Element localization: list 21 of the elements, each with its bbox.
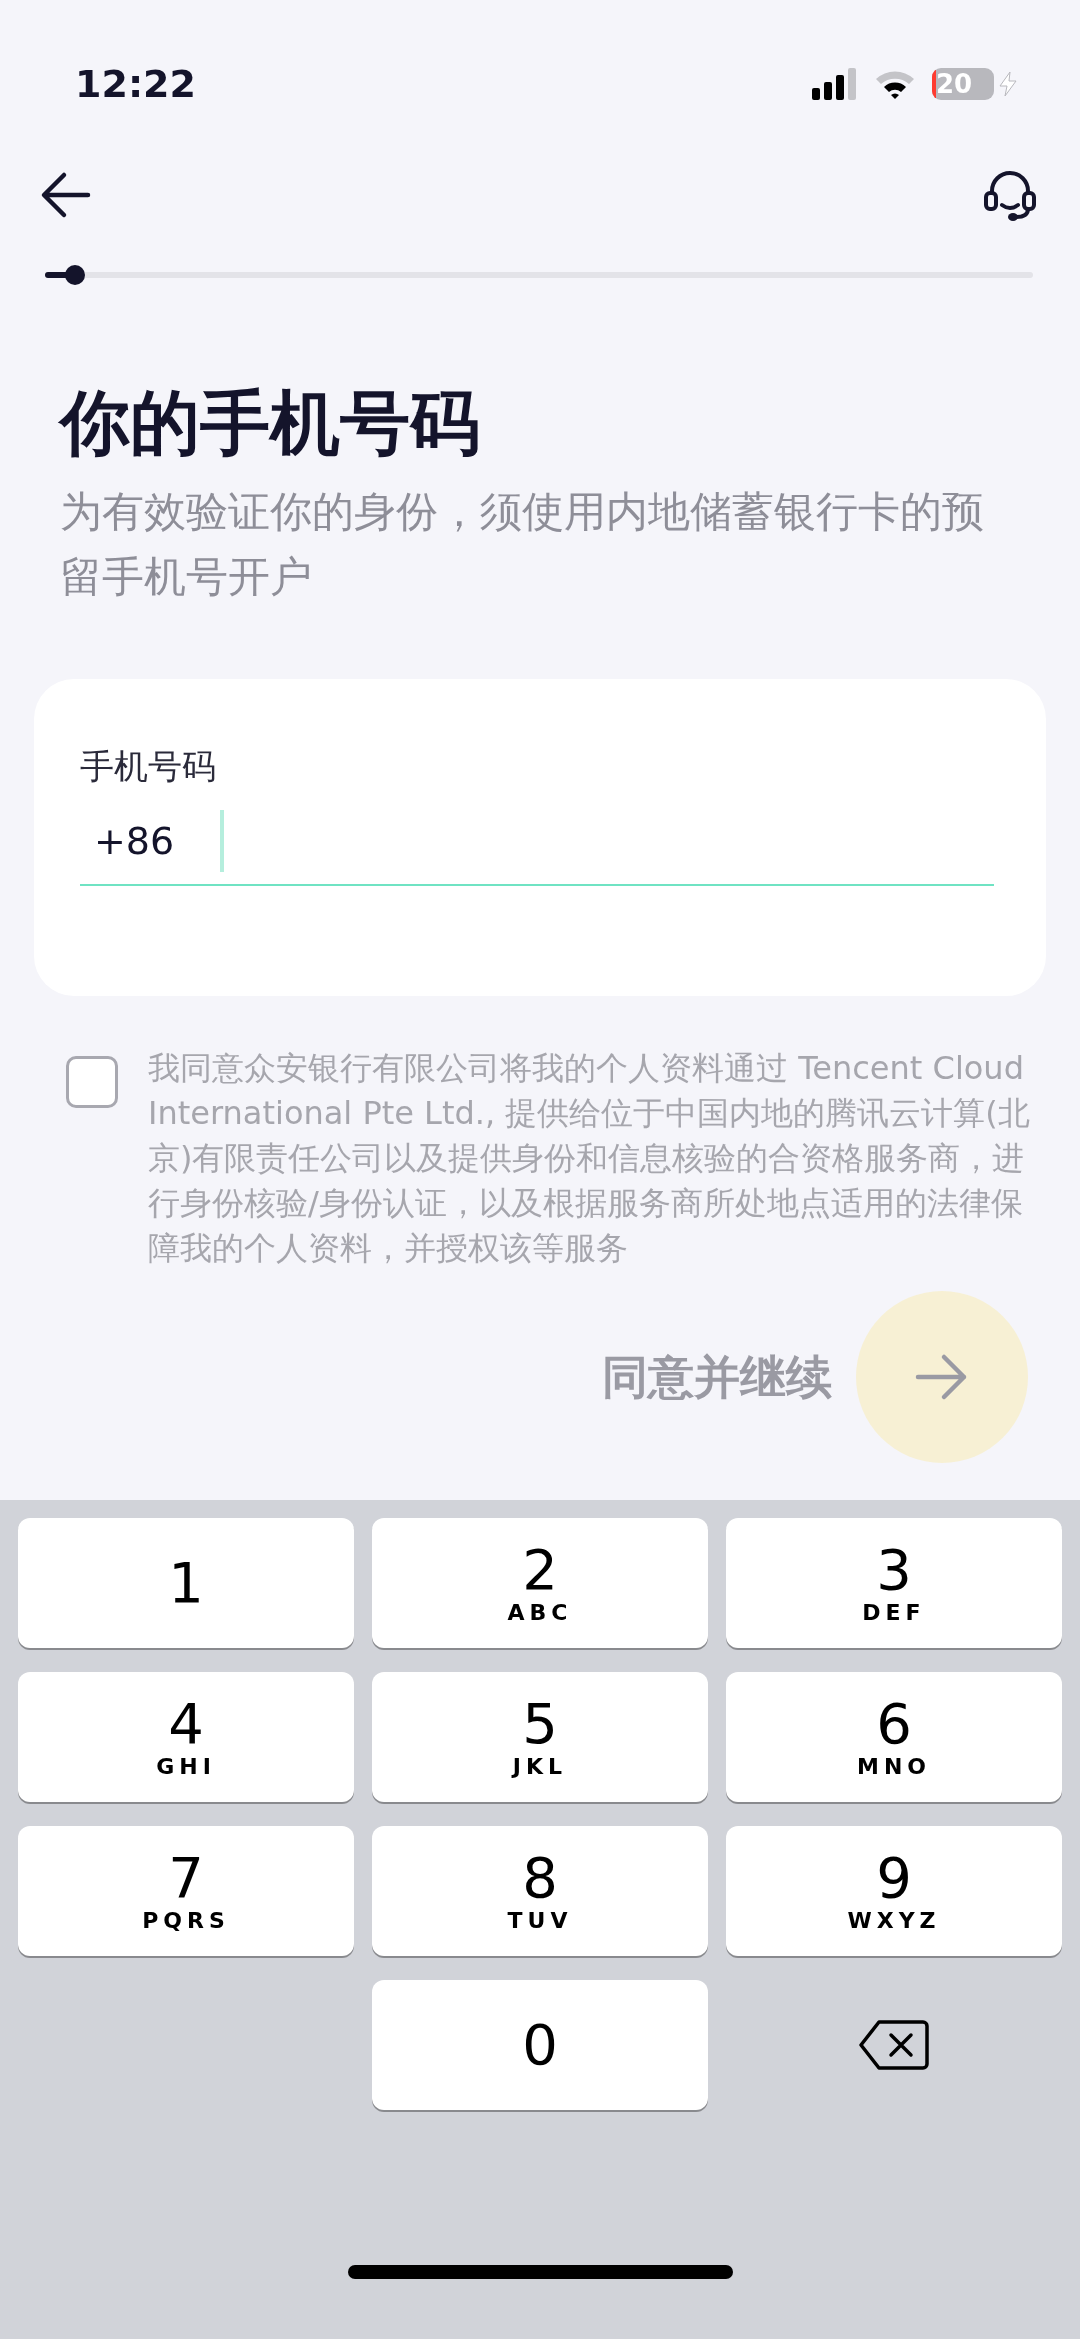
status-time: 12:22 (75, 60, 196, 108)
page-title: 你的手机号码 (60, 381, 481, 466)
progress-thumb (64, 265, 85, 285)
backspace-icon (859, 2019, 929, 2071)
keypad-key[interactable]: 1 (18, 1518, 354, 1648)
keypad-key[interactable]: 4 GHI (18, 1672, 354, 1802)
keypad-key[interactable]: 8 TUV (372, 1826, 708, 1956)
keypad-key[interactable]: 9 WXYZ (726, 1826, 1062, 1956)
phone-input-field[interactable]: +86 (80, 798, 994, 887)
country-code[interactable]: +86 (80, 812, 220, 870)
checkbox[interactable] (66, 1056, 118, 1109)
signal-icon (812, 68, 858, 100)
keypad-key[interactable]: 2 ABC (372, 1518, 708, 1648)
keypad-key[interactable]: 7 PQRS (18, 1826, 354, 1956)
keypad-key[interactable]: 5 JKL (372, 1672, 708, 1802)
keypad-key[interactable]: 6 MNO (726, 1672, 1062, 1802)
subtitle-text: 为有效验证你的身份，须使用内地储蓄银行卡的预留手机号开户 (60, 486, 985, 604)
keypad-key[interactable]: 0 (372, 1980, 708, 2110)
field-label: 手机号码 (80, 745, 216, 789)
consent-text: 我同意众安银行有限公司将我的个人资料通过 Tencent Cloud International Pte Ltd., 提供给位于中国内地的腾讯云计算(北京)有限责任公司以及提供身份和信息核验的合资格服务商，进行身份核验/身份认证，以及根据服务商所处地点适用的法律保障我的个人资料，并授权该等服务 (148, 1048, 1031, 1270)
keypad-key[interactable]: 3 DEF (726, 1518, 1062, 1648)
